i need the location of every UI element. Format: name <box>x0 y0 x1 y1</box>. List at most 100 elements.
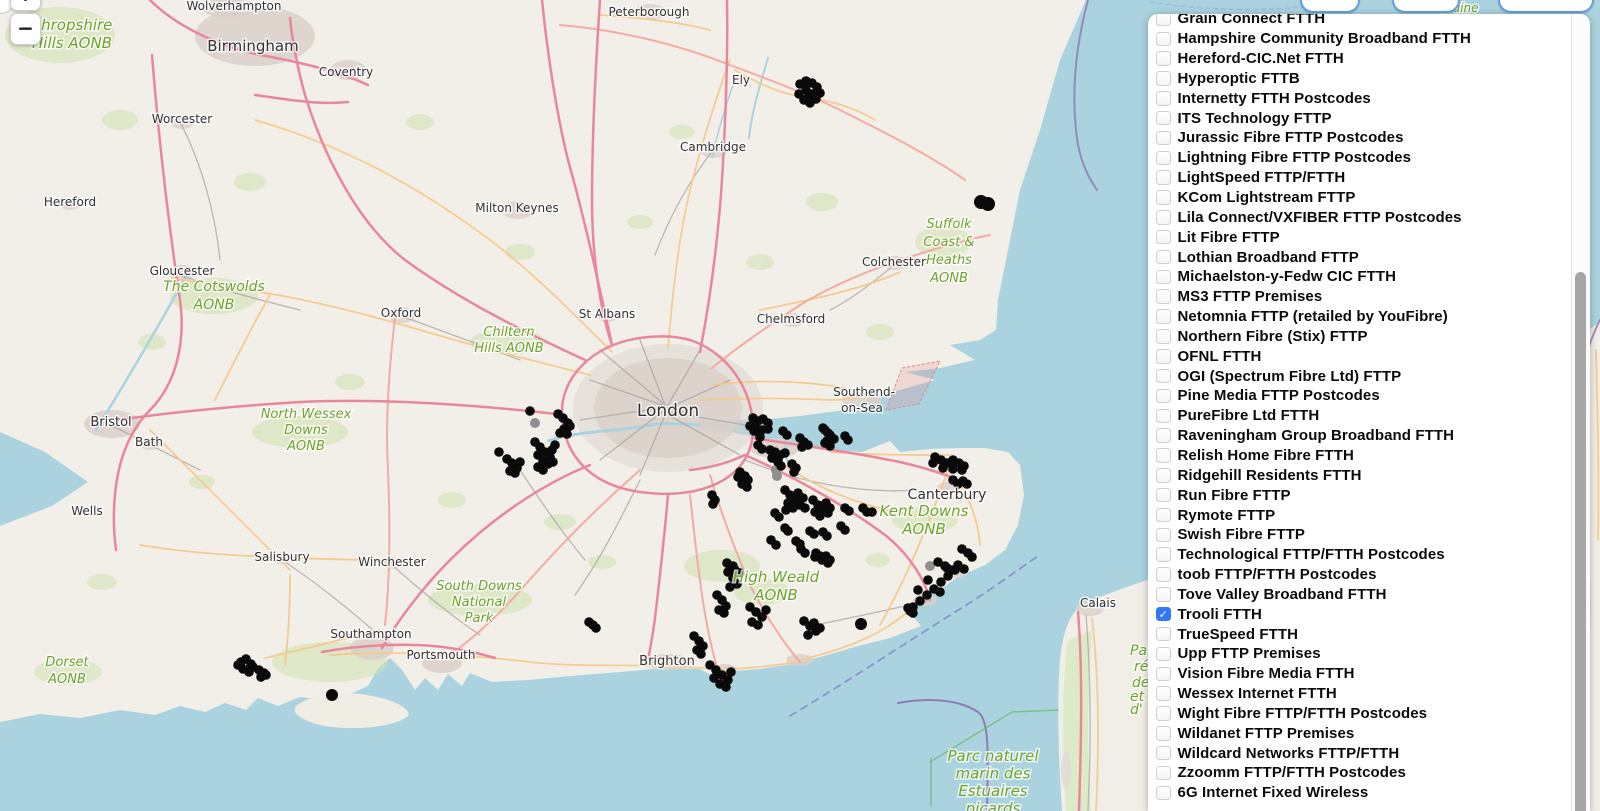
provider-row[interactable]: ✓ PureFibre Ltd FTTH <box>1156 406 1572 426</box>
provider-checkbox[interactable]: ✓ <box>1156 408 1171 424</box>
provider-checkbox[interactable]: ✓ <box>1156 646 1171 662</box>
protected-area-label: AONB <box>47 672 86 687</box>
top-pill-button-2[interactable] <box>1392 0 1460 13</box>
provider-checkbox[interactable]: ✓ <box>1156 468 1171 483</box>
top-pill-button-1[interactable] <box>1300 0 1360 13</box>
provider-row[interactable]: ✓ Raveningham Group Broadband FTTH <box>1156 426 1572 446</box>
provider-checkbox[interactable]: ✓ <box>1156 349 1171 364</box>
provider-row[interactable]: ✓ TrueSpeed FTTH <box>1156 624 1572 644</box>
protected-area-label: marin des <box>956 765 1031 783</box>
provider-label: Lothian Broadband FTTP <box>1177 248 1359 266</box>
provider-row[interactable]: ✓ Trooli FTTH <box>1156 604 1572 624</box>
provider-checkbox[interactable]: ✓ <box>1156 686 1171 701</box>
provider-checkbox[interactable]: ✓ <box>1156 785 1171 801</box>
provider-checkbox[interactable]: ✓ <box>1156 567 1171 582</box>
provider-checkbox[interactable]: ✓ <box>1156 706 1171 721</box>
provider-checkbox[interactable]: ✓ <box>1156 606 1171 622</box>
provider-row[interactable]: ✓ ITS Technology FTTP <box>1156 108 1572 128</box>
provider-checkbox[interactable]: ✓ <box>1156 110 1171 126</box>
panel-scrollbar-thumb[interactable] <box>1575 272 1586 811</box>
provider-row[interactable]: ✓ Wessex Internet FTTH <box>1156 684 1572 704</box>
provider-checkbox[interactable]: ✓ <box>1156 150 1171 166</box>
zoom-out-button[interactable]: − <box>10 13 41 45</box>
provider-row[interactable]: ✓ Wildcard Networks FTTP/FTTH <box>1156 743 1572 763</box>
provider-checkbox[interactable]: ✓ <box>1156 190 1171 205</box>
provider-row[interactable]: ✓ Grain Connect FTTH <box>1156 14 1572 29</box>
provider-label: Lit Fibre FTTP <box>1177 228 1280 246</box>
provider-row[interactable]: ✓ 6G Internet Fixed Wireless <box>1156 783 1572 803</box>
protected-area-label: AONB <box>929 271 968 286</box>
provider-checkbox[interactable]: ✓ <box>1156 666 1171 682</box>
provider-row[interactable]: ✓ OGI (Spectrum Fibre Ltd) FTTP <box>1156 366 1572 386</box>
provider-checkbox[interactable]: ✓ <box>1156 329 1171 344</box>
provider-checkbox[interactable]: ✓ <box>1156 745 1171 761</box>
provider-row[interactable]: ✓ Netomnia FTTP (retailed by YouFibre) <box>1156 307 1572 327</box>
provider-checkbox[interactable]: ✓ <box>1156 14 1171 27</box>
provider-checkbox[interactable]: ✓ <box>1156 507 1171 523</box>
provider-row[interactable]: ✓ LightSpeed FTTP/FTTH <box>1156 168 1572 188</box>
provider-row[interactable]: ✓ Rymote FTTP <box>1156 505 1572 525</box>
provider-label: LightSpeed FTTP/FTTH <box>1177 169 1346 187</box>
provider-row[interactable]: ✓ Northern Fibre (Stix) FTTP <box>1156 327 1572 347</box>
provider-checkbox[interactable]: ✓ <box>1156 71 1171 86</box>
provider-row[interactable]: ✓ Zzoomm FTTP/FTTH Postcodes <box>1156 763 1572 783</box>
coverage-dot <box>928 458 938 468</box>
provider-checkbox[interactable]: ✓ <box>1156 388 1171 404</box>
protected-area-label: Shropshire <box>32 16 113 34</box>
city-label: Bristol <box>90 415 131 430</box>
provider-checkbox[interactable]: ✓ <box>1156 428 1171 443</box>
provider-checkbox[interactable]: ✓ <box>1156 31 1171 47</box>
provider-checkbox[interactable]: ✓ <box>1156 91 1171 106</box>
provider-label: Wildcard Networks FTTP/FTTH <box>1177 744 1400 762</box>
provider-checkbox[interactable]: ✓ <box>1156 229 1171 245</box>
provider-row[interactable]: ✓ Tove Valley Broadband FTTH <box>1156 584 1572 604</box>
coverage-dot <box>494 447 504 457</box>
provider-row[interactable]: ✓ Wildanet FTTP Premises <box>1156 723 1572 743</box>
provider-row[interactable]: ✓ Lit Fibre FTTP <box>1156 227 1572 247</box>
provider-row[interactable]: ✓ MS3 FTTP Premises <box>1156 287 1572 307</box>
provider-row[interactable]: ✓ Technological FTTP/FTTH Postcodes <box>1156 545 1572 565</box>
provider-row[interactable]: ✓ Swish Fibre FTTP <box>1156 525 1572 545</box>
provider-checkbox[interactable]: ✓ <box>1156 487 1171 503</box>
provider-row[interactable]: ✓ Lila Connect/VXFIBER FTTP Postcodes <box>1156 207 1572 227</box>
coverage-dot <box>840 525 850 535</box>
provider-filter-panel: ✓ Grain Connect FTTH ✓ Hampshire Community … <box>1148 14 1590 811</box>
provider-checkbox[interactable]: ✓ <box>1156 368 1171 384</box>
provider-checkbox[interactable]: ✓ <box>1156 527 1171 543</box>
provider-row[interactable]: ✓ Hampshire Community Broadband FTTH <box>1156 29 1572 49</box>
provider-row[interactable]: ✓ Internetty FTTH Postcodes <box>1156 88 1572 108</box>
provider-checkbox[interactable]: ✓ <box>1156 130 1171 146</box>
provider-checkbox[interactable]: ✓ <box>1156 210 1171 225</box>
provider-row[interactable]: ✓ Relish Home Fibre FTTH <box>1156 446 1572 466</box>
provider-checkbox[interactable]: ✓ <box>1156 626 1171 642</box>
panel-scrollbar[interactable] <box>1571 14 1590 811</box>
provider-checkbox[interactable]: ✓ <box>1156 249 1171 265</box>
provider-row[interactable]: ✓ Jurassic Fibre FTTP Postcodes <box>1156 128 1572 148</box>
provider-checkbox[interactable]: ✓ <box>1156 765 1171 781</box>
provider-row[interactable]: ✓ Wight Fibre FTTP/FTTH Postcodes <box>1156 704 1572 724</box>
provider-row[interactable]: ✓ Hereford-CIC.Net FTTH <box>1156 49 1572 69</box>
provider-checkbox[interactable]: ✓ <box>1156 587 1171 602</box>
provider-row[interactable]: ✓ Run Fibre FTTP <box>1156 485 1572 505</box>
provider-checkbox[interactable]: ✓ <box>1156 269 1171 285</box>
provider-row[interactable]: ✓ Pine Media FTTP Postcodes <box>1156 386 1572 406</box>
provider-row[interactable]: ✓ toob FTTP/FTTH Postcodes <box>1156 565 1572 585</box>
top-pill-button-3[interactable] <box>1498 0 1594 13</box>
provider-row[interactable]: ✓ Lightning Fibre FTTP Postcodes <box>1156 148 1572 168</box>
provider-checkbox[interactable]: ✓ <box>1156 547 1171 562</box>
provider-checkbox[interactable]: ✓ <box>1156 309 1171 324</box>
provider-row[interactable]: ✓ Vision Fibre Media FTTH <box>1156 664 1572 684</box>
provider-row[interactable]: ✓ Hyperoptic FTTB <box>1156 69 1572 89</box>
zoom-in-button[interactable]: + <box>10 0 41 11</box>
provider-checkbox[interactable]: ✓ <box>1156 170 1171 185</box>
provider-row[interactable]: ✓ Michaelston-y-Fedw CIC FTTH <box>1156 267 1572 287</box>
provider-row[interactable]: ✓ Lothian Broadband FTTP <box>1156 247 1572 267</box>
provider-row[interactable]: ✓ KCom Lightstream FTTP <box>1156 188 1572 208</box>
provider-row[interactable]: ✓ Ridgehill Residents FTTH <box>1156 465 1572 485</box>
provider-row[interactable]: ✓ Upp FTTP Premises <box>1156 644 1572 664</box>
provider-checkbox[interactable]: ✓ <box>1156 448 1171 463</box>
provider-checkbox[interactable]: ✓ <box>1156 726 1171 741</box>
provider-checkbox[interactable]: ✓ <box>1156 51 1171 66</box>
provider-checkbox[interactable]: ✓ <box>1156 289 1171 304</box>
provider-row[interactable]: ✓ OFNL FTTH <box>1156 346 1572 366</box>
